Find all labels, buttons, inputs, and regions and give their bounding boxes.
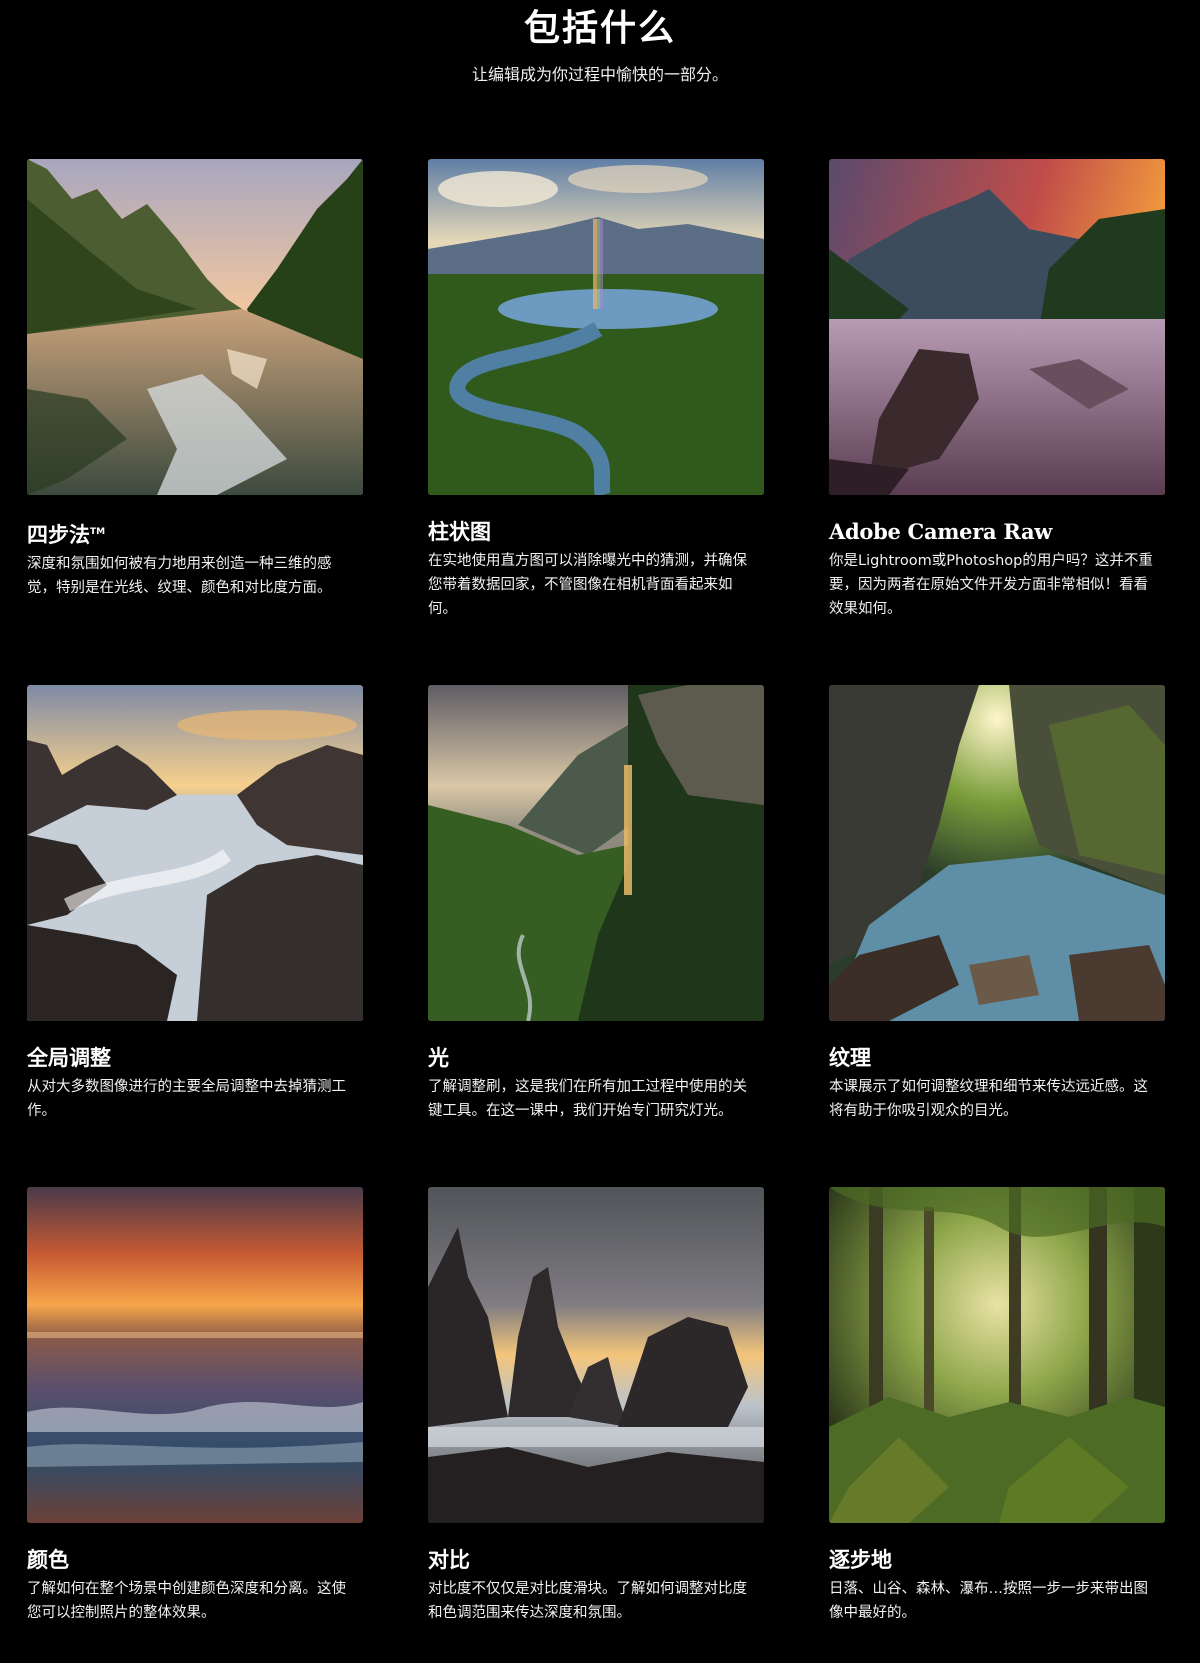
lesson-image-fjord (27, 159, 363, 495)
lesson-image-waterfall (428, 685, 764, 1021)
lesson-card: 光 了解调整刷，这是我们在所有加工过程中使用的关键工具。在这一课中，我们开始专门… (428, 685, 764, 1187)
lesson-description: 了解调整刷，这是我们在所有加工过程中使用的关键工具。在这一课中，我们开始专门研究… (428, 1079, 747, 1119)
lesson-title: 纹理 (829, 1046, 871, 1070)
lesson-description: 对比度不仅仅是对比度滑块。了解如何调整对比度和色调范围来传达深度和氛围。 (428, 1581, 747, 1621)
lesson-image-sea-stacks (428, 1187, 764, 1523)
lesson-title: 对比 (428, 1548, 470, 1572)
section-header: 包括什么 让编辑成为你过程中愉快的一部分。 (0, 0, 1200, 86)
page: 包括什么 让编辑成为你过程中愉快的一部分。 四步法TM 深度和氛围如何被有力地用… (0, 0, 1200, 1663)
lesson-image-rocky-coast (27, 685, 363, 1021)
lesson-title: 逐步地 (829, 1548, 892, 1572)
lesson-image-mountain-river (829, 159, 1165, 495)
lesson-image-canyon (829, 685, 1165, 1021)
lessons-grid: 四步法TM 深度和氛围如何被有力地用来创造一种三维的感觉，特别是在光线、纹理、颜… (27, 159, 1167, 1663)
lesson-card: 全局调整 从对大多数图像进行的主要全局调整中去掉猜测工作。 (27, 685, 363, 1187)
lesson-card: 四步法TM 深度和氛围如何被有力地用来创造一种三维的感觉，特别是在光线、纹理、颜… (27, 159, 363, 685)
trademark-mark: TM (90, 527, 106, 537)
section-title: 包括什么 (523, 8, 676, 49)
lesson-image-forest (829, 1187, 1165, 1523)
lesson-description: 从对大多数图像进行的主要全局调整中去掉猜测工作。 (27, 1079, 346, 1119)
lesson-description: 你是Lightroom或Photoshop的用户吗？这并不重要，因为两者在原始文… (829, 553, 1153, 617)
lesson-description: 在实地使用直方图可以消除曝光中的猜测，并确保您带着数据回家，不管图像在相机背面看… (428, 553, 747, 617)
lesson-title: 四步法TM (27, 523, 106, 547)
lesson-description: 深度和氛围如何被有力地用来创造一种三维的感觉，特别是在光线、纹理、颜色和对比度方… (27, 556, 332, 596)
lesson-card: 逐步地 日落、山谷、森林、瀑布…按照一步一步来带出图像中最好的。 (829, 1187, 1165, 1663)
lesson-image-ocean-sunset (27, 1187, 363, 1523)
lesson-card: 颜色 了解如何在整个场景中创建颜色深度和分离。这使您可以控制照片的整体效果。 (27, 1187, 363, 1663)
lesson-title: Adobe Camera Raw (829, 519, 1053, 544)
lesson-card: 纹理 本课展示了如何调整纹理和细节来传达远近感。这将有助于你吸引观众的目光。 (829, 685, 1165, 1187)
lesson-card: 柱状图 在实地使用直方图可以消除曝光中的猜测，并确保您带着数据回家，不管图像在相… (428, 159, 764, 685)
lesson-description: 本课展示了如何调整纹理和细节来传达远近感。这将有助于你吸引观众的目光。 (829, 1079, 1148, 1119)
lesson-title: 全局调整 (27, 1046, 111, 1070)
lesson-title: 柱状图 (428, 520, 491, 544)
lesson-title: 颜色 (27, 1548, 69, 1572)
section-subtitle: 让编辑成为你过程中愉快的一部分。 (471, 65, 728, 84)
lesson-title: 光 (428, 1046, 449, 1070)
lesson-card: Adobe Camera Raw 你是Lightroom或Photoshop的用… (829, 159, 1165, 685)
lesson-description: 日落、山谷、森林、瀑布…按照一步一步来带出图像中最好的。 (829, 1581, 1148, 1621)
lesson-image-river-valley (428, 159, 764, 495)
lesson-description: 了解如何在整个场景中创建颜色深度和分离。这使您可以控制照片的整体效果。 (27, 1581, 346, 1621)
lesson-card: 对比 对比度不仅仅是对比度滑块。了解如何调整对比度和色调范围来传达深度和氛围。 (428, 1187, 764, 1663)
